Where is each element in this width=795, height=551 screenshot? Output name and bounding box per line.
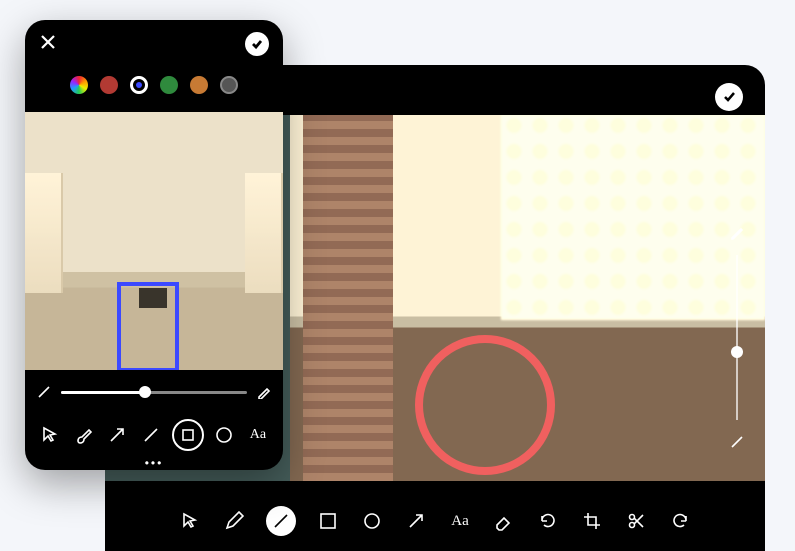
tool-circle[interactable] [360,509,384,533]
pencil-icon [729,225,745,241]
swatch-red[interactable] [100,76,118,94]
swatch-gray[interactable] [220,76,238,94]
undo-icon [670,511,690,531]
pencil-icon [224,511,244,531]
tool-pencil[interactable] [222,509,246,533]
tool-crop[interactable] [580,509,604,533]
tool-line[interactable] [266,506,296,536]
circle-icon [362,511,382,531]
more-button[interactable]: ••• [37,456,271,470]
confirm-button[interactable] [715,83,743,111]
circle-icon [214,425,234,445]
tool-brush[interactable] [71,422,97,448]
pencil-icon [257,385,271,399]
small-toolbar: Aa [37,418,271,452]
tool-cut[interactable] [624,509,648,533]
scissors-icon [626,511,646,531]
tool-rotate[interactable] [536,509,560,533]
rotate-icon [538,511,558,531]
crop-icon [582,511,602,531]
swatch-multi[interactable] [70,76,88,94]
rectangle-icon [318,511,338,531]
tool-rectangle[interactable] [172,419,204,451]
swatch-orange[interactable] [190,76,208,94]
line-thin-icon [729,434,745,450]
annotation-circle[interactable] [415,335,555,475]
eraser-icon [494,511,514,531]
tool-pointer[interactable] [178,509,202,533]
brush-icon [74,425,94,445]
large-toolbar: Aa [105,491,765,551]
tool-text[interactable]: Aa [448,509,472,533]
swatch-blue[interactable] [130,76,148,94]
close-icon [39,33,57,51]
slider-track[interactable] [736,255,738,420]
small-canvas[interactable] [25,112,283,370]
text-icon: Aa [451,513,469,530]
check-icon [251,38,263,50]
color-swatches [25,76,283,94]
arrow-icon [107,425,127,445]
pointer-icon [180,511,200,531]
rectangle-icon [181,428,195,442]
check-icon [722,90,736,104]
tool-eraser[interactable] [492,509,516,533]
small-editor-panel: Aa ••• [25,20,283,470]
stroke-slider[interactable] [37,378,271,406]
tool-arrow[interactable] [404,509,428,533]
tool-arrow[interactable] [104,422,130,448]
slider-knob[interactable] [139,386,151,398]
slider-knob[interactable] [731,346,743,358]
swatch-green[interactable] [160,76,178,94]
tool-pointer[interactable] [37,422,63,448]
tool-circle[interactable] [211,422,237,448]
text-icon: Aa [250,427,266,443]
tool-rectangle[interactable] [316,509,340,533]
arrow-icon [406,511,426,531]
line-icon [141,425,161,445]
line-thin-icon [37,385,51,399]
tool-line[interactable] [138,422,164,448]
confirm-button[interactable] [245,32,269,56]
tool-undo[interactable] [668,509,692,533]
slider-track[interactable] [61,391,247,394]
annotation-rectangle[interactable] [117,282,179,370]
tool-text[interactable]: Aa [245,422,271,448]
thickness-slider-vertical[interactable] [723,225,751,450]
line-icon [271,511,291,531]
close-button[interactable] [39,33,57,56]
pointer-icon [40,425,60,445]
